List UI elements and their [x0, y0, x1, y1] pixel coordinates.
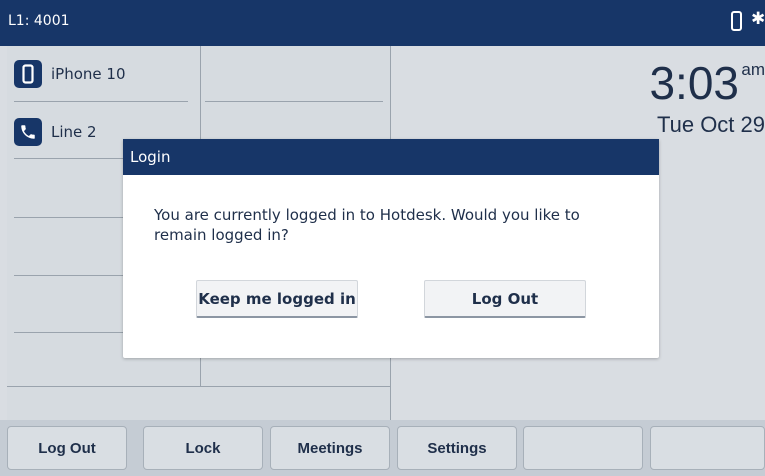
- clock-date: Tue Oct 29: [656, 112, 765, 137]
- dialog-message: You are currently logged in to Hotdesk. …: [154, 206, 580, 244]
- softkey-meetings[interactable]: Meetings: [270, 426, 390, 470]
- mobile-phone-icon: [14, 60, 42, 88]
- softkey-log-out[interactable]: Log Out: [7, 426, 127, 470]
- softkey-lock[interactable]: Lock: [143, 426, 263, 470]
- bluetooth-icon: ✱: [751, 9, 765, 29]
- line-key-line-2[interactable]: Line 2: [14, 118, 97, 146]
- line-key-label: iPhone 10: [51, 65, 126, 83]
- keep-logged-in-button[interactable]: Keep me logged in: [196, 280, 358, 318]
- log-out-button[interactable]: Log Out: [424, 280, 586, 318]
- line-key-iphone-10[interactable]: iPhone 10: [14, 60, 126, 88]
- softkey-bar: Log Out Lock Meetings Settings: [0, 420, 765, 476]
- softkey-empty-5[interactable]: [523, 426, 643, 470]
- softkey-empty-6[interactable]: [650, 426, 765, 470]
- status-bar: L1: 4001 ✱: [0, 0, 765, 46]
- mobile-phone-icon: [731, 11, 742, 35]
- line-key-separator: [7, 386, 390, 387]
- line-key-separator: [205, 101, 383, 102]
- line-label: L1: 4001: [8, 13, 70, 29]
- softkey-settings[interactable]: Settings: [397, 426, 517, 470]
- phone-handset-icon: [14, 118, 42, 146]
- login-dialog: Login You are currently logged in to Hot…: [123, 139, 659, 358]
- clock-ampm: am: [741, 60, 765, 79]
- clock-time: 3:03: [649, 57, 739, 109]
- dialog-title: Login: [123, 139, 659, 175]
- line-key-label: Line 2: [51, 123, 97, 141]
- line-key-separator: [14, 101, 188, 102]
